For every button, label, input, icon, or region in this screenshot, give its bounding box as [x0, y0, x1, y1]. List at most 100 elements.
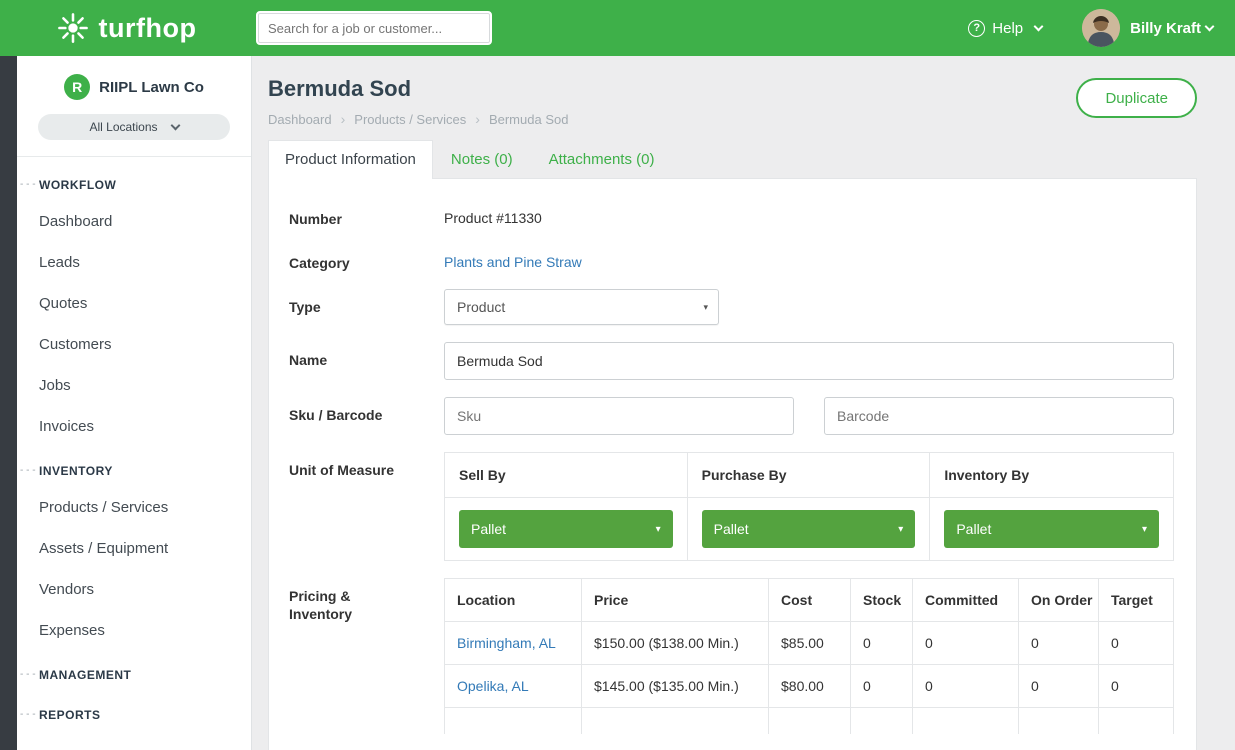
barcode-input[interactable] — [824, 397, 1174, 435]
price-cell: $145.00 ($135.00 Min.) — [582, 665, 769, 708]
target-cell: 0 — [1099, 622, 1173, 665]
breadcrumb-products-services[interactable]: Products / Services — [354, 112, 466, 127]
search-input[interactable] — [256, 11, 492, 45]
locations-dropdown[interactable]: All Locations — [38, 114, 230, 140]
column-header-on-order: On Order — [1019, 579, 1099, 622]
sidebar-item-dashboard[interactable]: Dashboard — [17, 201, 251, 242]
section-label: MANAGEMENT — [39, 668, 131, 682]
sidebar-item-products-services[interactable]: Products / Services — [17, 487, 251, 528]
user-menu[interactable]: Billy Kraft — [1130, 20, 1213, 37]
chevron-down-icon — [170, 120, 180, 130]
form-row-number: Number Product #11330 — [289, 201, 1174, 228]
section-handle-icon: - - - — [20, 669, 36, 680]
inventory-by-select[interactable]: Pallet ▾ — [944, 510, 1159, 548]
column-header-cost: Cost — [769, 579, 851, 622]
table-cell — [445, 708, 582, 734]
sidebar-item-customers[interactable]: Customers — [17, 324, 251, 365]
form-row-type: Type Product ▾ — [289, 289, 1174, 325]
help-icon: ? — [968, 20, 985, 37]
caret-down-icon: ▾ — [656, 524, 661, 535]
tab-notes[interactable]: Notes (0) — [433, 141, 531, 178]
sidebar-item-leads[interactable]: Leads — [17, 242, 251, 283]
column-header-price: Price — [582, 579, 769, 622]
table-cell — [913, 708, 1019, 734]
caret-down-icon: ▾ — [703, 302, 708, 313]
sidebar-section-inventory[interactable]: - - - INVENTORY — [17, 447, 251, 487]
form-row-category: Category Plants and Pine Straw — [289, 245, 1174, 272]
tabs: Product Information Notes (0) Attachment… — [268, 140, 1197, 178]
form-row-pricing-inventory: Pricing & Inventory Location Price Cost … — [289, 578, 1174, 734]
category-label: Category — [289, 245, 444, 272]
tab-attachments[interactable]: Attachments (0) — [531, 141, 673, 178]
purchase-by-value: Pallet — [714, 521, 749, 537]
sell-by-value: Pallet — [471, 521, 506, 537]
location-link-birmingham[interactable]: Birmingham, AL — [457, 635, 556, 651]
committed-cell: 0 — [913, 622, 1019, 665]
table-row-partial — [445, 708, 1173, 734]
avatar[interactable] — [1082, 9, 1120, 47]
purchase-by-select[interactable]: Pallet ▾ — [702, 510, 916, 548]
name-input[interactable] — [444, 342, 1174, 380]
brand-logo-icon — [56, 11, 90, 45]
sidebar-item-quotes[interactable]: Quotes — [17, 283, 251, 324]
cost-cell: $85.00 — [769, 622, 851, 665]
table-cell — [1019, 708, 1099, 734]
sidebar-item-expenses[interactable]: Expenses — [17, 610, 251, 651]
cost-cell: $80.00 — [769, 665, 851, 708]
duplicate-button[interactable]: Duplicate — [1076, 78, 1197, 118]
breadcrumb: Dashboard › Products / Services › Bermud… — [268, 111, 568, 127]
sku-input[interactable] — [444, 397, 794, 435]
company[interactable]: R RIIPL Lawn Co — [29, 74, 239, 100]
sidebar: R RIIPL Lawn Co All Locations - - - WORK… — [17, 56, 252, 750]
uom-header-sell-by: Sell By — [445, 453, 688, 498]
name-label: Name — [289, 342, 444, 380]
form-row-unit-of-measure: Unit of Measure Sell By Purchase By Inve… — [289, 452, 1174, 561]
form-row-sku-barcode: Sku / Barcode — [289, 397, 1174, 435]
on-order-cell: 0 — [1019, 622, 1099, 665]
committed-cell: 0 — [913, 665, 1019, 708]
brand-name: turfhop — [99, 13, 197, 44]
type-select[interactable]: Product ▾ — [444, 289, 719, 325]
location-link-opelika[interactable]: Opelika, AL — [457, 678, 529, 694]
tab-product-information[interactable]: Product Information — [268, 140, 433, 179]
inventory-by-value: Pallet — [956, 521, 991, 537]
section-label: WORKFLOW — [39, 178, 116, 192]
chevron-down-icon — [1034, 21, 1044, 31]
table-cell — [1099, 708, 1173, 734]
table-cell — [582, 708, 769, 734]
company-block: R RIIPL Lawn Co All Locations — [17, 56, 251, 157]
unit-of-measure-label: Unit of Measure — [289, 452, 444, 561]
section-label: INVENTORY — [39, 464, 113, 478]
chevron-down-icon — [1205, 21, 1215, 31]
locations-label: All Locations — [89, 120, 157, 134]
pricing-inventory-table: Location Price Cost Stock Committed On O… — [444, 578, 1174, 734]
breadcrumb-dashboard[interactable]: Dashboard — [268, 112, 332, 127]
sidebar-section-reports[interactable]: - - - REPORTS — [17, 691, 251, 731]
caret-down-icon: ▾ — [898, 524, 903, 535]
sidebar-item-vendors[interactable]: Vendors — [17, 569, 251, 610]
sidebar-section-management[interactable]: - - - MANAGEMENT — [17, 651, 251, 691]
sidebar-item-assets-equipment[interactable]: Assets / Equipment — [17, 528, 251, 569]
page-head-left: Bermuda Sod Dashboard › Products / Servi… — [268, 76, 568, 127]
category-link[interactable]: Plants and Pine Straw — [444, 254, 582, 270]
sidebar-item-jobs[interactable]: Jobs — [17, 365, 251, 406]
main-content: Bermuda Sod Dashboard › Products / Servi… — [252, 56, 1235, 750]
sidebar-section-workflow[interactable]: - - - WORKFLOW — [17, 161, 251, 201]
sell-by-select[interactable]: Pallet ▾ — [459, 510, 673, 548]
uom-header-purchase-by: Purchase By — [688, 453, 931, 498]
sidebar-edge-strip — [0, 56, 17, 750]
topbar: turfhop ? Help Billy Kraft — [0, 0, 1235, 56]
company-name: RIIPL Lawn Co — [99, 79, 204, 96]
breadcrumb-separator: › — [341, 111, 346, 127]
section-handle-icon: - - - — [20, 179, 36, 190]
brand[interactable]: turfhop — [0, 11, 252, 45]
sidebar-item-invoices[interactable]: Invoices — [17, 406, 251, 447]
sidebar-nav: - - - WORKFLOW Dashboard Leads Quotes Cu… — [17, 157, 251, 731]
table-cell — [851, 708, 913, 734]
section-label: REPORTS — [39, 708, 101, 722]
column-header-location: Location — [445, 579, 582, 622]
uom-header-inventory-by: Inventory By — [930, 453, 1173, 498]
help-menu[interactable]: ? Help — [968, 20, 1042, 37]
user-name: Billy Kraft — [1130, 20, 1201, 37]
company-logo: R — [64, 74, 90, 100]
